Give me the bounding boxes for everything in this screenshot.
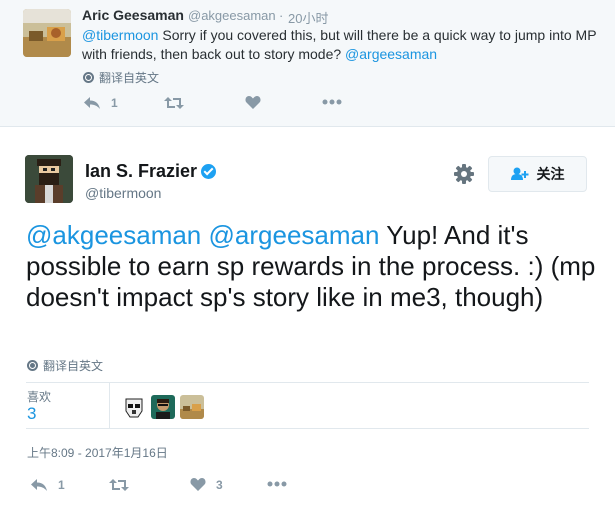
stormtrooper-avatar-icon: [122, 395, 146, 419]
translate-label: 翻译自英文: [99, 71, 160, 85]
parent-tweet[interactable]: Aric Geesaman @akgeesaman · 20小时 @tiberm…: [0, 0, 615, 127]
follow-label: 关注: [536, 166, 565, 182]
more-button[interactable]: [322, 99, 342, 105]
likes-count[interactable]: 3: [27, 404, 36, 424]
liker-avatar[interactable]: [180, 395, 204, 419]
main-author-handle[interactable]: @tibermoon: [85, 185, 161, 201]
tweet-timestamp: 上午8:09 - 2017年1月16日: [27, 446, 168, 460]
avatar-image-icon: [23, 9, 71, 57]
separator-dot: ·: [279, 8, 284, 23]
gear-icon: [454, 164, 474, 184]
avatar-image-icon: [25, 155, 73, 203]
retweet-icon: [164, 97, 184, 109]
retweet-button[interactable]: [164, 96, 184, 110]
more-dots-icon: [267, 481, 287, 487]
parent-timestamp[interactable]: 20小时: [288, 8, 328, 27]
reply-button[interactable]: 1: [83, 96, 118, 110]
like-count: 3: [216, 477, 223, 492]
parent-text-body: Sorry if you covered this, but will ther…: [82, 27, 597, 62]
translate-link[interactable]: 翻译自英文: [83, 69, 159, 86]
add-user-icon: [510, 167, 528, 180]
parent-avatar[interactable]: [23, 9, 71, 57]
food-avatar-icon: [180, 395, 204, 419]
liker-avatar[interactable]: [122, 395, 146, 419]
main-avatar[interactable]: [25, 155, 73, 203]
parent-author-name[interactable]: Aric Geesaman: [82, 7, 184, 23]
parent-author-handle[interactable]: @akgeesaman: [188, 8, 276, 23]
reply-count: 1: [111, 96, 118, 110]
parent-tweet-text: @tibermoon Sorry if you covered this, bu…: [82, 26, 602, 64]
mention-link[interactable]: @tibermoon: [82, 27, 158, 43]
main-tweet-text: @akgeesaman @argeesaman Yup! And it's po…: [26, 220, 596, 313]
more-dots-icon: [322, 99, 342, 105]
reply-icon: [84, 97, 100, 109]
reply-icon: [31, 479, 47, 491]
likes-label: 喜欢: [27, 390, 52, 404]
reply-count: 1: [58, 478, 65, 492]
translate-label: 翻译自英文: [43, 359, 104, 373]
retweet-icon: [109, 479, 129, 491]
settings-button[interactable]: [453, 163, 477, 185]
translate-link[interactable]: 翻译自英文: [27, 357, 103, 374]
liker-avatar[interactable]: [151, 395, 175, 419]
more-button[interactable]: [267, 481, 287, 487]
stats-divider-bottom: [26, 428, 589, 429]
like-button[interactable]: 3: [190, 477, 223, 492]
like-button[interactable]: [245, 95, 261, 110]
mention-link[interactable]: @argeesaman: [209, 220, 380, 250]
stats-divider-vertical: [109, 383, 110, 428]
author-name-text: Ian S. Frazier: [85, 161, 198, 181]
mention-link[interactable]: @argeesaman: [345, 46, 437, 62]
verified-badge-icon: [201, 164, 217, 179]
heart-icon: [245, 96, 261, 109]
stats-divider-top: [26, 382, 589, 383]
heart-icon: [190, 478, 206, 491]
reply-button[interactable]: 1: [30, 478, 65, 492]
mention-link[interactable]: @akgeesaman: [26, 220, 201, 250]
main-author-name[interactable]: Ian S. Frazier: [85, 161, 217, 182]
globe-icon: [27, 360, 38, 371]
globe-icon: [83, 72, 94, 83]
follow-button[interactable]: 关注: [488, 156, 587, 192]
user-avatar-icon: [151, 395, 175, 419]
retweet-button[interactable]: [109, 478, 129, 492]
